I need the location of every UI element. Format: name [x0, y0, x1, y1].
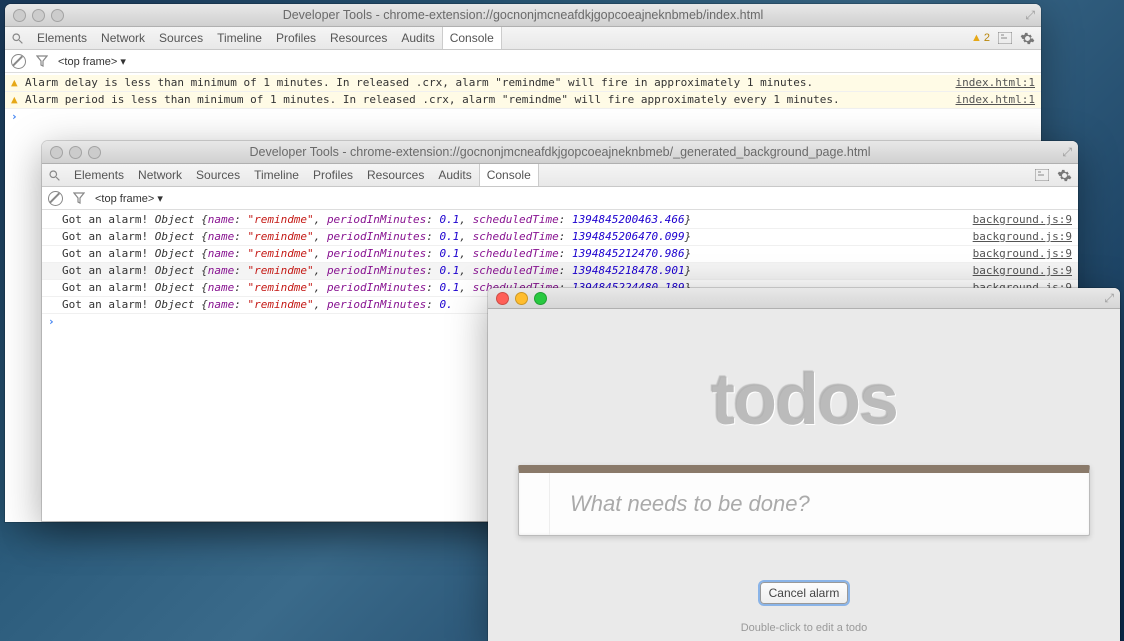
console-log-row: Got an alarm! Object {name: "remindme", … [42, 229, 1078, 246]
zoom-button[interactable] [88, 146, 101, 159]
console-warning-row: ▲ Alarm delay is less than minimum of 1 … [5, 75, 1041, 92]
close-button[interactable] [496, 292, 509, 305]
traffic-lights [488, 292, 547, 305]
search-icon[interactable] [11, 32, 24, 45]
devtools-toolbar: Elements Network Sources Timeline Profil… [42, 164, 1078, 187]
console-message: Got an alarm! Object {name: "remindme", … [48, 263, 965, 279]
minimize-button[interactable] [32, 9, 45, 22]
titlebar[interactable]: Developer Tools - chrome-extension://goc… [42, 141, 1078, 164]
expand-icon[interactable]: ⤢ [1104, 291, 1114, 306]
console-log-row: Got an alarm! Object {name: "remindme", … [42, 263, 1078, 280]
console-message: Alarm period is less than minimum of 1 m… [25, 92, 948, 108]
warning-badge[interactable]: ▲2 [971, 32, 990, 44]
tab-profiles[interactable]: Profiles [269, 31, 323, 45]
traffic-lights [5, 9, 64, 22]
gear-icon[interactable] [1057, 168, 1072, 183]
devtools-toolbar: Elements Network Sources Timeline Profil… [5, 27, 1041, 50]
minimize-button[interactable] [515, 292, 528, 305]
todos-app-window: ⤢ todos Cancel alarm Double-click to edi… [488, 288, 1120, 641]
todo-input-container [518, 465, 1090, 536]
drawer-icon[interactable] [1035, 169, 1049, 181]
console-prompt[interactable]: › [5, 109, 1041, 125]
frame-selector[interactable]: <top frame> ▾ [58, 55, 126, 68]
tab-elements[interactable]: Elements [30, 31, 94, 45]
todos-heading: todos [488, 359, 1120, 441]
drawer-icon[interactable] [998, 32, 1012, 44]
tab-resources[interactable]: Resources [323, 31, 394, 45]
console-filterbar: <top frame> ▾ [42, 187, 1078, 210]
warning-icon: ▲ [11, 92, 25, 108]
tab-console[interactable]: Console [442, 27, 502, 49]
tab-profiles[interactable]: Profiles [306, 168, 360, 182]
console-log-row: Got an alarm! Object {name: "remindme", … [42, 212, 1078, 229]
console-message: Got an alarm! Object {name: "remindme", … [48, 246, 965, 262]
filter-icon[interactable] [36, 55, 48, 67]
frame-selector[interactable]: <top frame> ▾ [95, 192, 163, 205]
console-warning-row: ▲ Alarm period is less than minimum of 1… [5, 92, 1041, 109]
console-source-link[interactable]: background.js:9 [965, 263, 1072, 279]
tab-audits[interactable]: Audits [394, 31, 441, 45]
tab-network[interactable]: Network [94, 31, 152, 45]
clear-console-icon[interactable] [48, 191, 63, 206]
close-button[interactable] [13, 9, 26, 22]
new-todo-input[interactable] [549, 473, 1089, 535]
console-message: Got an alarm! Object {name: "remindme", … [48, 212, 965, 228]
console-source-link[interactable]: background.js:9 [965, 212, 1072, 228]
console-log-row: Got an alarm! Object {name: "remindme", … [42, 246, 1078, 263]
search-icon[interactable] [48, 169, 61, 182]
todos-body: todos Cancel alarm Double-click to edit … [488, 309, 1120, 634]
tab-sources[interactable]: Sources [152, 31, 210, 45]
zoom-button[interactable] [51, 9, 64, 22]
window-title: Developer Tools - chrome-extension://goc… [5, 8, 1041, 22]
expand-icon[interactable]: ⤢ [1025, 8, 1035, 23]
console-output: ▲ Alarm delay is less than minimum of 1 … [5, 73, 1041, 127]
clear-console-icon[interactable] [11, 54, 26, 69]
filter-icon[interactable] [73, 192, 85, 204]
tab-timeline[interactable]: Timeline [210, 31, 269, 45]
console-source-link[interactable]: index.html:1 [948, 75, 1035, 91]
tab-timeline[interactable]: Timeline [247, 168, 306, 182]
tab-resources[interactable]: Resources [360, 168, 431, 182]
warning-icon: ▲ [11, 75, 25, 91]
tab-console[interactable]: Console [479, 164, 539, 186]
console-source-link[interactable]: index.html:1 [948, 92, 1035, 108]
titlebar[interactable]: Developer Tools - chrome-extension://goc… [5, 4, 1041, 27]
close-button[interactable] [50, 146, 63, 159]
gear-icon[interactable] [1020, 31, 1035, 46]
zoom-button[interactable] [534, 292, 547, 305]
console-source-link[interactable]: background.js:9 [965, 246, 1072, 262]
expand-icon[interactable]: ⤢ [1062, 145, 1072, 160]
tab-elements[interactable]: Elements [67, 168, 131, 182]
window-title: Developer Tools - chrome-extension://goc… [42, 145, 1078, 159]
tab-sources[interactable]: Sources [189, 168, 247, 182]
titlebar[interactable]: ⤢ [488, 288, 1120, 309]
cancel-alarm-button[interactable]: Cancel alarm [760, 582, 849, 604]
footer-hint: Double-click to edit a todo [488, 622, 1120, 634]
console-filterbar: <top frame> ▾ [5, 50, 1041, 73]
minimize-button[interactable] [69, 146, 82, 159]
tab-network[interactable]: Network [131, 168, 189, 182]
console-source-link[interactable]: background.js:9 [965, 229, 1072, 245]
tab-audits[interactable]: Audits [431, 168, 478, 182]
traffic-lights [42, 146, 101, 159]
console-message: Alarm delay is less than minimum of 1 mi… [25, 75, 948, 91]
console-message: Got an alarm! Object {name: "remindme", … [48, 229, 965, 245]
